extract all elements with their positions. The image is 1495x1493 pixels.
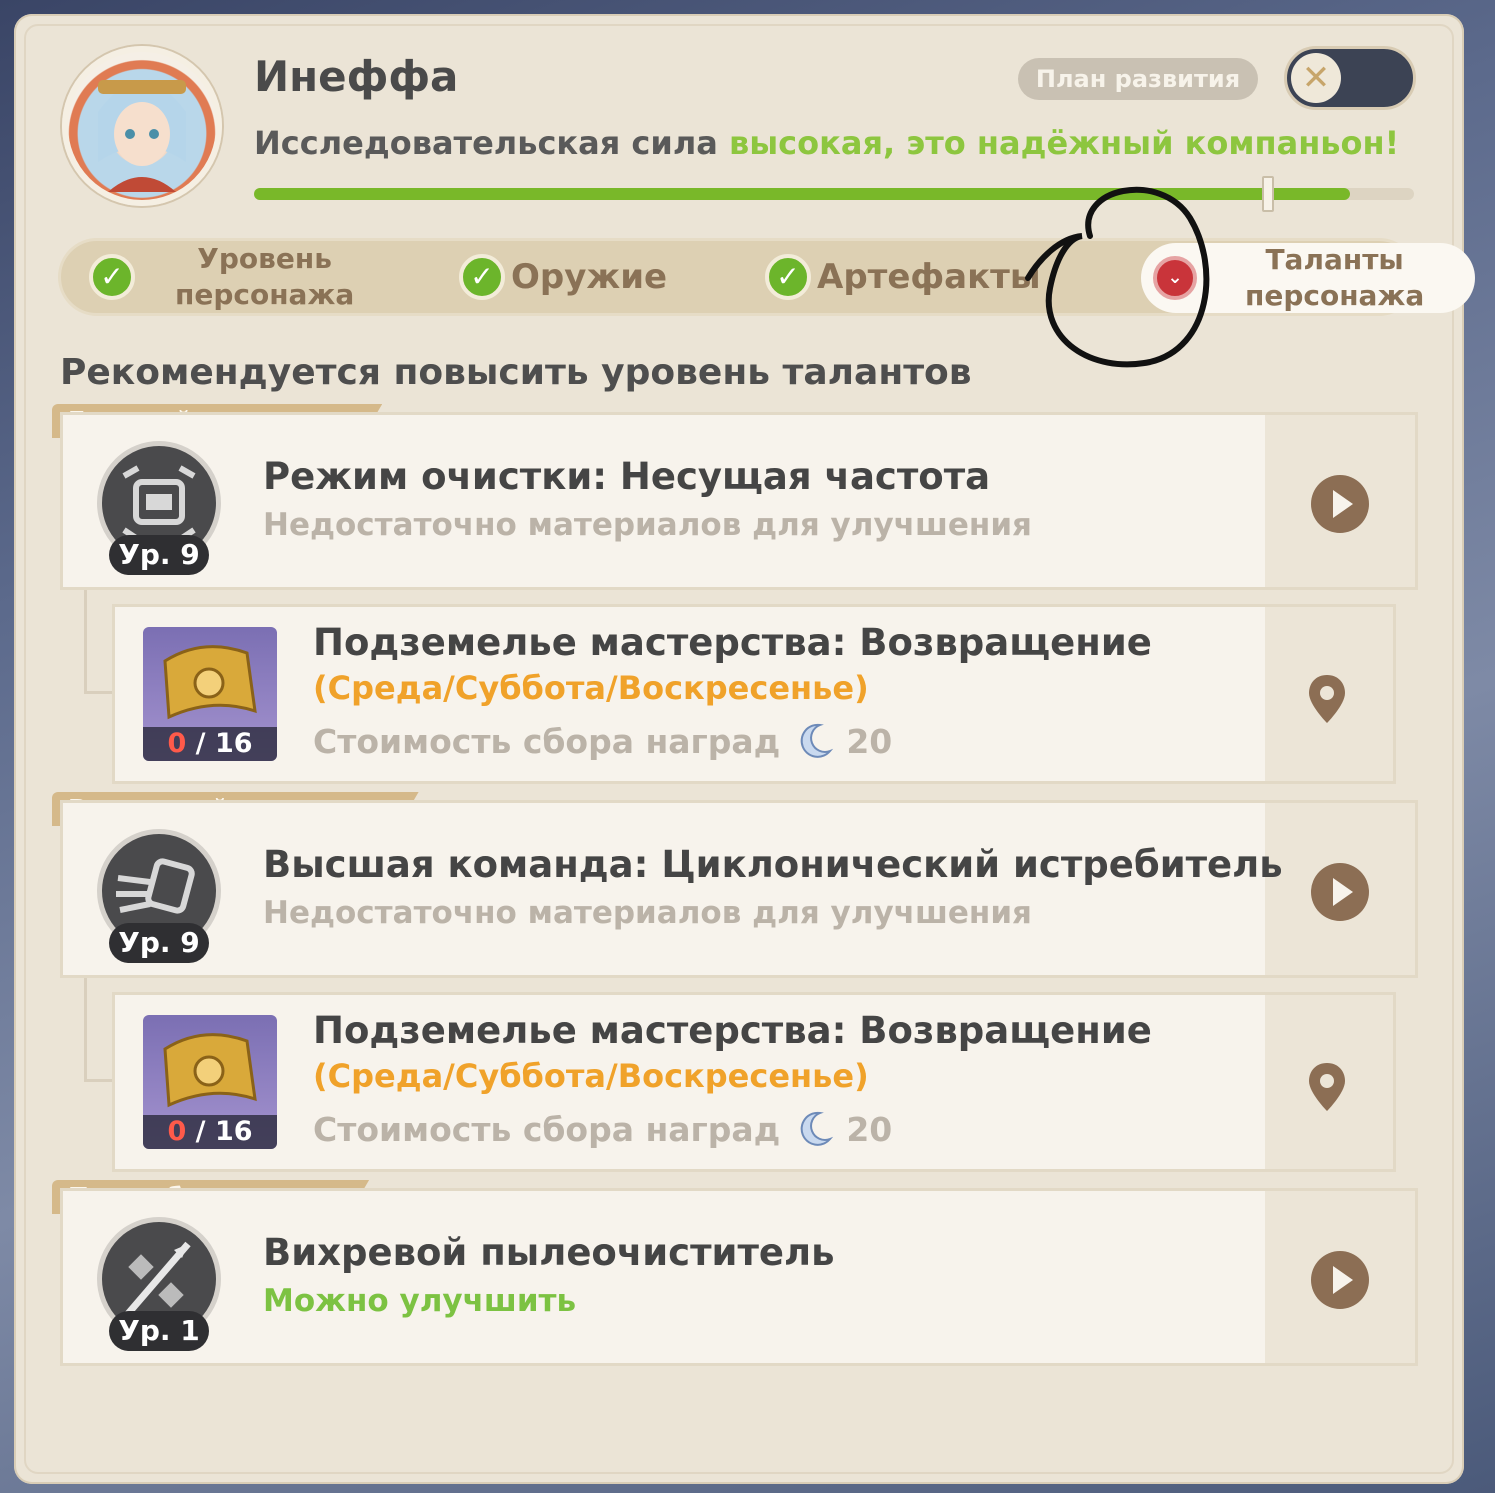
original-resin-icon — [801, 723, 834, 758]
domain-name: Подземелье мастерства: Возвращение — [313, 1009, 1152, 1052]
research-strength-text: Исследовательская сила высокая, это надё… — [254, 124, 1399, 162]
tab-talents[interactable]: ⌄ Таланты персонажа — [1141, 243, 1475, 313]
cost-label: Стоимость сбора наград — [313, 721, 781, 761]
talent-card[interactable]: Ур. 9 Режим очистки: Несущая частота Нед… — [60, 412, 1418, 590]
progress-target-marker — [1262, 176, 1274, 212]
plan-toggle[interactable]: ✕ — [1284, 46, 1416, 110]
talent-name: Высшая команда: Циклонический истребител… — [263, 843, 1283, 886]
play-arrow-icon[interactable] — [1311, 1251, 1369, 1309]
character-avatar — [62, 46, 222, 206]
tree-connector — [84, 590, 114, 694]
talent-card[interactable]: Ур. 1 Вихревой пылеочиститель Можно улуч… — [60, 1188, 1418, 1366]
tab-character-level[interactable]: ✓ Уровень персонажа — [89, 241, 354, 313]
warning-chevron-icon: ⌄ — [1153, 256, 1197, 300]
talent-name: Режим очистки: Несущая частота — [263, 455, 991, 498]
check-icon: ✓ — [459, 254, 505, 300]
domain-days: (Среда/Суббота/Воскресенье) — [313, 1057, 869, 1095]
close-icon: ✕ — [1291, 53, 1341, 103]
tab-label: Артефакты — [817, 257, 1041, 297]
item-count: 0 / 16 — [143, 727, 277, 761]
domain-card[interactable]: 0 / 16 Подземелье мастерства: Возвращени… — [112, 992, 1396, 1172]
tab-label: Оружие — [511, 257, 668, 297]
tab-weapon[interactable]: ✓ Оружие — [459, 241, 667, 313]
character-name: Инеффа — [254, 52, 459, 101]
talent-status: Недостаточно материалов для улучшения — [263, 895, 1032, 931]
tab-label: Таланты персонажа — [1245, 243, 1425, 312]
cost-label: Стоимость сбора наград — [313, 1109, 781, 1149]
section-title: Рекомендуется повысить уровень талантов — [60, 352, 972, 393]
scroll-book-icon — [163, 1033, 257, 1108]
talent-card[interactable]: Ур. 9 Высшая команда: Циклонический истр… — [60, 800, 1418, 978]
research-progress-bar — [254, 188, 1414, 200]
scroll-book-icon — [163, 645, 257, 720]
research-highlight: высокая, это надёжный компаньон — [728, 124, 1385, 162]
location-pin-icon[interactable] — [1307, 1061, 1347, 1113]
talent-status: Недостаточно материалов для улучшения — [263, 507, 1032, 543]
talent-name: Вихревой пылеочиститель — [263, 1231, 835, 1274]
talent-level-badge: Ур. 9 — [109, 923, 209, 963]
check-icon: ✓ — [765, 254, 811, 300]
talent-level-badge: Ур. 1 — [109, 1311, 209, 1351]
development-plan-button[interactable]: План развития — [1018, 58, 1258, 100]
domain-name: Подземелье мастерства: Возвращение — [313, 621, 1152, 664]
tab-label: Уровень персонажа — [175, 242, 355, 311]
play-arrow-icon[interactable] — [1311, 475, 1369, 533]
domain-card[interactable]: 0 / 16 Подземелье мастерства: Возвращени… — [112, 604, 1396, 784]
talent-book-item: 0 / 16 — [143, 1015, 277, 1149]
tree-connector — [84, 978, 114, 1082]
check-icon: ✓ — [89, 254, 135, 300]
research-prefix: Исследовательская сила — [254, 124, 729, 162]
domain-cost: Стоимость сбора наград 20 — [313, 721, 892, 761]
tab-artifacts[interactable]: ✓ Артефакты — [765, 241, 1041, 313]
item-count: 0 / 16 — [143, 1115, 277, 1149]
cost-value: 20 — [846, 1109, 893, 1149]
play-arrow-icon[interactable] — [1311, 863, 1369, 921]
research-suffix: ! — [1384, 124, 1400, 162]
domain-days: (Среда/Суббота/Воскресенье) — [313, 669, 869, 707]
talent-level-badge: Ур. 9 — [109, 535, 209, 575]
research-progress-fill — [254, 188, 1351, 200]
talent-status: Можно улучшить — [263, 1283, 577, 1319]
cost-value: 20 — [846, 721, 893, 761]
domain-cost: Стоимость сбора наград 20 — [313, 1109, 892, 1149]
original-resin-icon — [801, 1111, 834, 1146]
category-tab-bar: ✓ Уровень персонажа ✓ Оружие ✓ Артефакты… — [58, 238, 1475, 316]
talent-book-item: 0 / 16 — [143, 627, 277, 761]
location-pin-icon[interactable] — [1307, 673, 1347, 725]
